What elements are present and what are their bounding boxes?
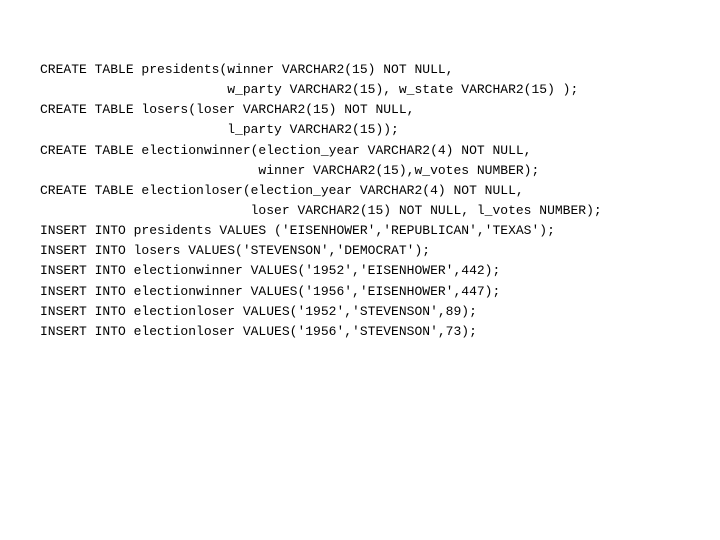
code-line: winner VARCHAR2(15),w_votes NUMBER); bbox=[40, 161, 720, 181]
code-line: w_party VARCHAR2(15), w_state VARCHAR2(1… bbox=[40, 80, 720, 100]
code-line: l_party VARCHAR2(15)); bbox=[40, 120, 720, 140]
code-line: INSERT INTO electionloser VALUES('1952',… bbox=[40, 302, 720, 322]
code-line: INSERT INTO electionwinner VALUES('1952'… bbox=[40, 261, 720, 281]
code-line: INSERT INTO electionloser VALUES('1956',… bbox=[40, 322, 720, 342]
code-line: CREATE TABLE electionwinner(election_yea… bbox=[40, 141, 720, 161]
code-line: loser VARCHAR2(15) NOT NULL, l_votes NUM… bbox=[40, 201, 720, 221]
code-line: CREATE TABLE electionloser(election_year… bbox=[40, 181, 720, 201]
code-line: CREATE TABLE losers(loser VARCHAR2(15) N… bbox=[40, 100, 720, 120]
code-line: INSERT INTO electionwinner VALUES('1956'… bbox=[40, 282, 720, 302]
code-line: INSERT INTO presidents VALUES ('EISENHOW… bbox=[40, 221, 720, 241]
sql-code-block: CREATE TABLE presidents(winner VARCHAR2(… bbox=[0, 0, 720, 342]
code-line: CREATE TABLE presidents(winner VARCHAR2(… bbox=[40, 60, 720, 80]
code-line: INSERT INTO losers VALUES('STEVENSON','D… bbox=[40, 241, 720, 261]
